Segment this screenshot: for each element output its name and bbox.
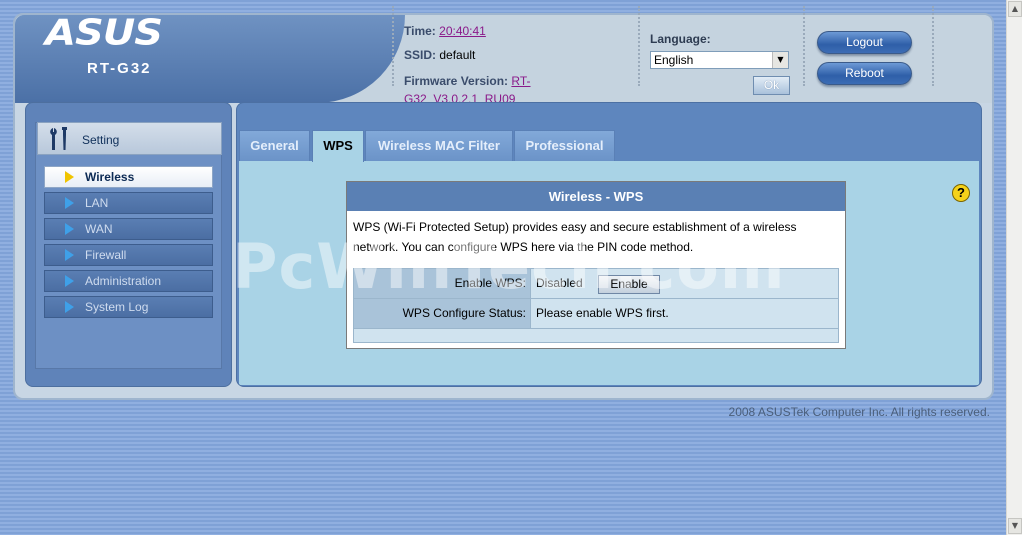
reboot-button[interactable]: Reboot [817,62,912,85]
question-icon[interactable]: ? [952,184,970,202]
triangle-right-icon [65,171,74,183]
tab-wireless-mac-filter[interactable]: Wireless MAC Filter [365,130,513,161]
tab-professional[interactable]: Professional [514,130,615,161]
sidebar-item-label: WAN [85,222,113,236]
sidebar-item-firewall[interactable]: Firewall [44,244,213,266]
triangle-right-icon [65,275,74,287]
language-selected: English [654,53,694,67]
header-divider [803,6,805,86]
chevron-down-icon[interactable]: ▼ [772,52,788,68]
firmware-link[interactable]: RT- [511,74,530,88]
tab-general[interactable]: General [239,130,310,161]
asus-logo: ASUS [45,12,163,54]
triangle-right-icon [65,301,74,313]
sidebar-item-label: LAN [85,196,109,210]
vertical-scrollbar[interactable]: ▲ ▼ [1006,0,1022,535]
copyright: 2008 ASUSTek Computer Inc. All rights re… [728,405,990,419]
language-select[interactable]: English ▼ [650,51,789,69]
triangle-right-icon [65,223,74,235]
language-block: Language: English ▼ [650,32,800,69]
time-label: Time: [404,24,436,38]
time-row: Time: 20:40:41 [404,24,634,39]
logout-button[interactable]: Logout [817,31,912,54]
header-divider [638,6,640,86]
sidebar-item-system-log[interactable]: System Log [44,296,213,318]
header-divider [392,6,394,86]
sidebar-item-label: System Log [85,300,149,314]
time-link[interactable]: 20:40:41 [439,24,486,38]
triangle-right-icon [65,197,74,209]
wps-status-value: Please enable WPS first. [536,306,669,320]
ssid-value: default [439,48,476,62]
watermark: PcWinTech.com [232,232,786,302]
ssid-row: SSID: default [404,48,634,63]
header-divider [932,6,934,86]
sidebar-item-label: Wireless [85,170,135,184]
language-label: Language: [650,32,711,46]
tab-wps[interactable]: WPS [312,130,364,162]
sidebar-item-label: Administration [85,274,162,288]
wps-status-row: WPS Configure Status: Please enable WPS … [354,299,838,329]
setting-label: Setting [82,133,120,147]
wps-title: Wireless - WPS [347,182,845,211]
wrench-screwdriver-icon [50,127,67,150]
sidebar-item-label: Firewall [85,248,127,262]
firmware-label: Firmware Version: [404,74,509,88]
wps-status-label: WPS Configure Status: [354,299,531,328]
sidebar-item-wireless[interactable]: Wireless [44,166,213,188]
language-ok-button[interactable]: Ok [753,76,790,95]
triangle-right-icon [65,249,74,261]
sidebar-item-lan[interactable]: LAN [44,192,213,214]
sidebar-item-wan[interactable]: WAN [44,218,213,240]
ssid-label: SSID: [404,48,437,62]
sidebar-item-administration[interactable]: Administration [44,270,213,292]
scroll-up-icon[interactable]: ▲ [1008,1,1022,17]
scroll-down-icon[interactable]: ▼ [1008,518,1022,534]
model-name: RT-G32 [87,60,152,77]
